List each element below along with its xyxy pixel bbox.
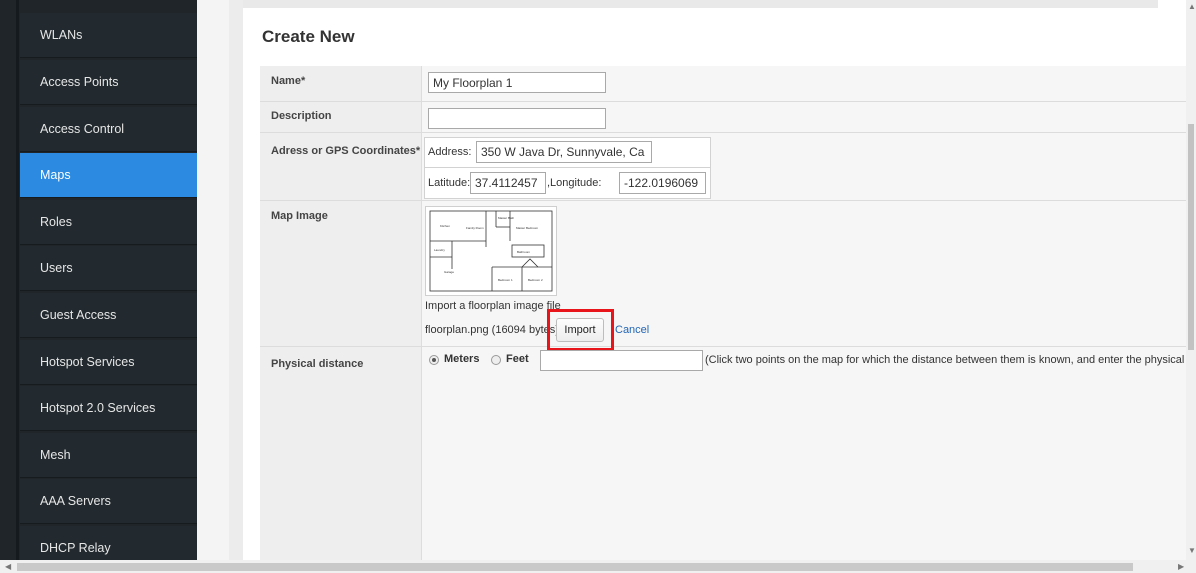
name-field[interactable]: My Floorplan 1: [428, 72, 606, 93]
scroll-right-icon[interactable]: ▶: [1178, 562, 1184, 571]
sidebar-item-hotspot-services[interactable]: Hotspot Services: [20, 340, 197, 385]
sidebar-item-label: AAA Servers: [40, 494, 111, 508]
svg-text:Bedroom 1: Bedroom 1: [498, 278, 513, 282]
sidebar-item-access-points[interactable]: Access Points: [20, 60, 197, 105]
physical-distance-label: Physical distance: [271, 358, 364, 370]
cancel-link[interactable]: Cancel: [615, 324, 649, 336]
sidebar-item-label: Mesh: [40, 448, 71, 462]
sidebar-item-aaa-servers[interactable]: AAA Servers: [20, 479, 197, 524]
svg-text:Garage: Garage: [444, 270, 454, 274]
file-info: floorplan.png (16094 bytes): [425, 324, 559, 336]
sidebar-item-hotspot-2-services[interactable]: Hotspot 2.0 Services: [20, 386, 197, 431]
sidebar-item-label: Roles: [40, 215, 72, 229]
sidebar-item-guest-access[interactable]: Guest Access: [20, 293, 197, 338]
sidebar-item-label: DHCP Relay: [40, 541, 111, 555]
horizontal-scroll-thumb[interactable]: [17, 563, 1133, 571]
import-hint: Import a floorplan image file: [425, 300, 561, 312]
feet-label: Feet: [506, 353, 529, 365]
svg-text:Master Bath: Master Bath: [498, 216, 515, 220]
longitude-field[interactable]: -122.0196069: [619, 172, 706, 194]
page-title: Create New: [262, 27, 355, 46]
sidebar-item-wlans[interactable]: WLANs: [20, 13, 197, 58]
longitude-prefix: ,Longitude:: [547, 177, 602, 189]
address-prefix: Address:: [428, 146, 472, 158]
distance-field[interactable]: [540, 350, 703, 371]
sidebar-item-maps[interactable]: Maps: [20, 153, 197, 198]
row-divider: [260, 200, 1190, 201]
svg-text:Family Room: Family Room: [466, 226, 484, 230]
svg-text:Master Bedroom: Master Bedroom: [516, 226, 539, 230]
create-map-form: Name* Description Adress or GPS Coordina…: [260, 66, 1190, 560]
top-strip: [243, 0, 1158, 8]
meters-radio[interactable]: [429, 355, 439, 365]
sidebar-item-label: Access Points: [40, 75, 119, 89]
sidebar-item-roles[interactable]: Roles: [20, 200, 197, 245]
row-divider: [260, 132, 1190, 133]
latitude-prefix: Latitude:: [428, 177, 471, 189]
address-field[interactable]: 350 W Java Dr, Sunnyvale, Ca: [476, 141, 652, 163]
svg-text:Bathroom: Bathroom: [517, 250, 531, 254]
sidebar-item-access-control[interactable]: Access Control: [20, 107, 197, 152]
description-field[interactable]: [428, 108, 606, 129]
sidebar-item-label: Hotspot Services: [40, 355, 135, 369]
sidebar-gutter: [197, 0, 229, 560]
sidebar-item-users[interactable]: Users: [20, 246, 197, 291]
content-edge: [229, 0, 243, 560]
floorplan-thumbnail[interactable]: Kitchen Family Room Master Bath Master B…: [425, 206, 557, 296]
svg-text:Kitchen: Kitchen: [440, 224, 450, 228]
form-label-column: [260, 66, 422, 560]
scroll-up-icon[interactable]: ▲: [1188, 2, 1196, 11]
sidebar-item-label: Users: [40, 261, 73, 275]
map-image-label: Map Image: [271, 210, 328, 222]
svg-text:Bedroom 2: Bedroom 2: [528, 278, 543, 282]
sidebar-item-label: Hotspot 2.0 Services: [40, 401, 156, 415]
row-divider: [260, 101, 1190, 102]
row-divider: [260, 346, 1190, 347]
description-label: Description: [271, 110, 332, 122]
sidebar-item-label: WLANs: [40, 28, 83, 42]
distance-hint: (Click two points on the map for which t…: [705, 354, 1186, 366]
vertical-scroll-thumb[interactable]: [1188, 124, 1194, 350]
svg-text:Laundry: Laundry: [434, 248, 445, 252]
scroll-down-icon[interactable]: ▼: [1188, 546, 1196, 555]
feet-radio[interactable]: [491, 355, 501, 365]
sidebar-nav: WLANs Access Points Access Control Maps …: [0, 0, 197, 571]
vertical-scrollbar[interactable]: ▲ ▼: [1186, 0, 1196, 560]
meters-label: Meters: [444, 353, 480, 365]
floorplan-drawing: Kitchen Family Room Master Bath Master B…: [429, 210, 553, 292]
sidebar-item-label: Access Control: [40, 122, 125, 136]
sidebar-item-label: Maps: [40, 168, 71, 182]
name-label: Name*: [271, 75, 306, 87]
latitude-field[interactable]: 37.4112457: [470, 172, 546, 194]
sidebar-item-mesh[interactable]: Mesh: [20, 433, 197, 478]
horizontal-scrollbar[interactable]: ◀ ▶: [0, 560, 1196, 573]
sidebar-item-label: Guest Access: [40, 308, 117, 322]
import-highlight-box: [547, 309, 614, 351]
sidebar-rail: [16, 0, 19, 560]
address-label: Adress or GPS Coordinates*: [271, 145, 421, 157]
scroll-left-icon[interactable]: ◀: [5, 562, 11, 571]
